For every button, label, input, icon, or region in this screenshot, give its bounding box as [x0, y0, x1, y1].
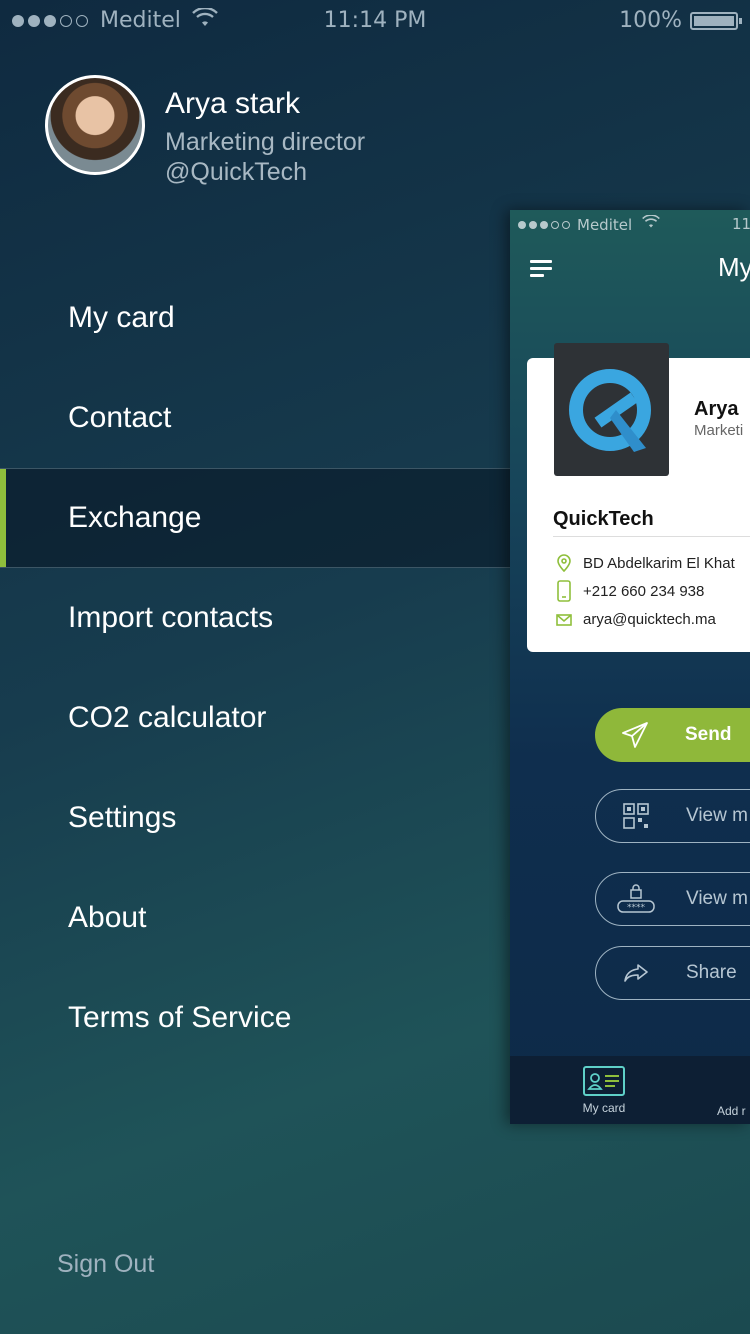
tab-add[interactable]: Add r — [717, 1104, 750, 1118]
menu-item-contact[interactable]: Contact — [0, 368, 510, 468]
side-menu: My card Contact Exchange Import contacts… — [0, 268, 510, 1068]
send-label: Send — [685, 724, 732, 745]
status-bar: Meditel 11:14 PM 100% — [0, 0, 750, 40]
card-address-row: BD Abdelkarim El Khat — [555, 554, 735, 572]
card-phone: +212 660 234 938 — [583, 582, 705, 600]
card-email-row: arya@quicktech.ma — [555, 611, 716, 628]
profile-company: @QuickTech — [165, 158, 308, 186]
id-card-icon — [583, 1066, 625, 1096]
card-holder-role: Marketi — [694, 422, 744, 439]
view-pin-button[interactable]: **** View m — [595, 872, 750, 926]
preview-page-title: My — [718, 252, 750, 282]
tab-add-label: Add r — [717, 1104, 746, 1118]
preview-status-bar: Meditel — [518, 216, 632, 234]
preview-time: 11 — [732, 215, 750, 233]
hamburger-menu-icon[interactable] — [530, 260, 552, 281]
menu-item-settings[interactable]: Settings — [0, 768, 510, 868]
card-address: BD Abdelkarim El Khat — [583, 554, 735, 572]
main-screen-preview[interactable]: Meditel 11 My Arya Marketi QuickTech BD … — [510, 210, 750, 1124]
qr-code-icon — [596, 802, 676, 830]
card-phone-row: +212 660 234 938 — [555, 580, 704, 602]
menu-item-label: CO2 calculator — [68, 701, 267, 734]
card-company: QuickTech — [553, 508, 654, 530]
menu-item-exchange[interactable]: Exchange — [0, 468, 510, 568]
profile-role: Marketing director — [165, 128, 366, 156]
view-qr-button[interactable]: View m — [595, 789, 750, 843]
menu-item-terms-of-service[interactable]: Terms of Service — [0, 968, 510, 1068]
view-pin-label: View m — [686, 888, 748, 909]
menu-item-about[interactable]: About — [0, 868, 510, 968]
menu-item-label: Import contacts — [68, 601, 274, 634]
paper-plane-icon — [595, 721, 675, 749]
email-icon — [555, 613, 573, 626]
menu-item-label: My card — [68, 301, 175, 334]
menu-item-label: Terms of Service — [68, 1001, 292, 1034]
menu-item-label: About — [68, 901, 147, 934]
card-divider — [553, 536, 750, 537]
location-pin-icon — [555, 554, 573, 572]
avatar[interactable] — [45, 75, 145, 175]
share-arrow-icon — [596, 963, 676, 983]
menu-item-label: Settings — [68, 801, 177, 834]
menu-item-import-contacts[interactable]: Import contacts — [0, 568, 510, 668]
svg-text:****: **** — [627, 903, 646, 913]
menu-item-label: Exchange — [68, 501, 202, 534]
card-holder-name: Arya — [694, 398, 739, 420]
preview-carrier: Meditel — [577, 216, 633, 234]
share-label: Share — [686, 962, 737, 983]
profile-name: Arya stark — [165, 87, 301, 120]
sign-out-button[interactable]: Sign Out — [57, 1250, 154, 1279]
card-email: arya@quicktech.ma — [583, 611, 716, 628]
menu-item-label: Contact — [68, 401, 172, 434]
preview-wifi-icon — [642, 214, 660, 233]
business-card[interactable]: Arya Marketi QuickTech BD Abdelkarim El … — [527, 343, 750, 652]
send-button[interactable]: Send — [595, 708, 750, 762]
battery-icon — [690, 12, 742, 30]
battery-percent: 100% — [619, 8, 682, 33]
profile-header[interactable]: Arya stark Marketing director @QuickTech — [45, 75, 365, 187]
lock-pin-icon: **** — [596, 884, 676, 914]
share-button[interactable]: Share — [595, 946, 750, 1000]
quicktech-logo-icon — [554, 343, 669, 476]
tab-my-card[interactable]: My card — [572, 1066, 636, 1115]
phone-icon — [555, 580, 573, 602]
bottom-tab-bar: My card Add r — [510, 1056, 750, 1124]
menu-item-my-card[interactable]: My card — [0, 268, 510, 368]
menu-item-co2-calculator[interactable]: CO2 calculator — [0, 668, 510, 768]
tab-my-card-label: My card — [582, 1101, 626, 1115]
view-qr-label: View m — [686, 805, 748, 826]
